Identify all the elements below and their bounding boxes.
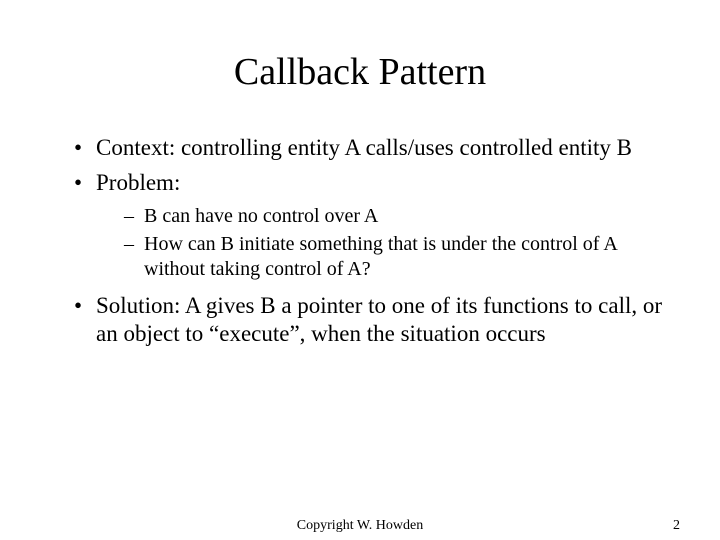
sub-bullet-list: B can have no control over A How can B i… (96, 204, 670, 282)
slide: Callback Pattern Context: controlling en… (0, 0, 720, 540)
bullet-list: Context: controlling entity A calls/uses… (50, 134, 670, 349)
bullet-problem-label: Problem: (96, 170, 180, 195)
slide-content: Context: controlling entity A calls/uses… (50, 134, 670, 349)
sub-bullet-1: B can have no control over A (124, 204, 670, 229)
bullet-solution: Solution: A gives B a pointer to one of … (74, 292, 670, 350)
sub-bullet-2: How can B initiate something that is und… (124, 232, 670, 282)
bullet-context: Context: controlling entity A calls/uses… (74, 134, 670, 163)
bullet-problem: Problem: B can have no control over A Ho… (74, 169, 670, 282)
slide-title: Callback Pattern (50, 50, 670, 94)
page-number: 2 (673, 518, 680, 534)
copyright-text: Copyright W. Howden (297, 518, 423, 534)
